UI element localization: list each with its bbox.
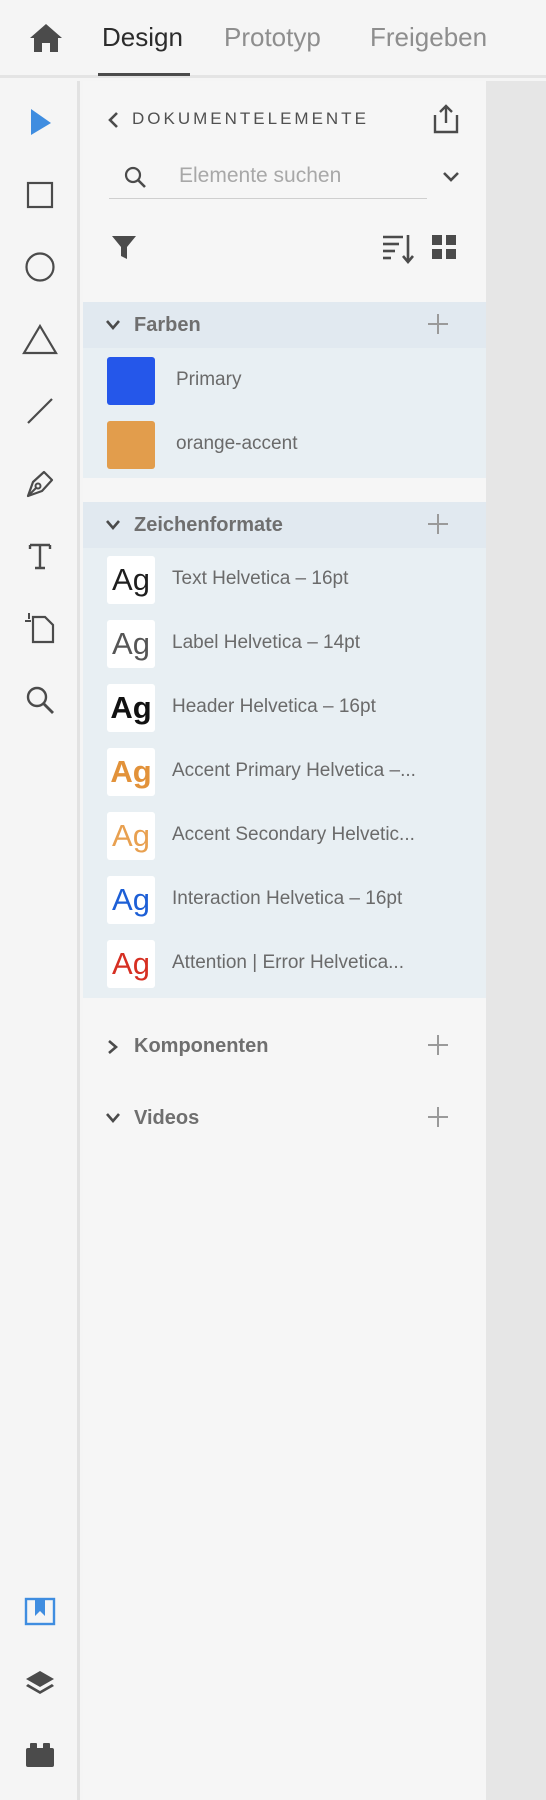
style-preview: Ag <box>107 620 155 668</box>
chevron-down-icon <box>105 1111 121 1125</box>
add-video-icon[interactable] <box>426 1105 450 1129</box>
add-color-icon[interactable] <box>426 312 450 336</box>
chevron-down-icon <box>105 318 121 332</box>
add-component-icon[interactable] <box>426 1033 450 1057</box>
style-preview: Ag <box>107 748 155 796</box>
style-label: Header Helvetica – 16pt <box>172 696 376 717</box>
section-header-colors[interactable]: Farben <box>83 302 486 348</box>
zoom-icon[interactable] <box>20 680 60 720</box>
select-arrow-icon[interactable] <box>20 102 60 142</box>
style-preview: Ag <box>107 812 155 860</box>
sort-icon[interactable] <box>381 231 415 265</box>
chevron-down-icon[interactable] <box>441 167 461 187</box>
top-bar: Design Prototyp Freigeben <box>0 0 546 78</box>
triangle-icon[interactable] <box>20 319 60 359</box>
character-style-item[interactable]: Ag Label Helvetica – 14pt <box>83 612 486 676</box>
ellipse-icon[interactable] <box>20 247 60 287</box>
text-icon[interactable] <box>20 536 60 576</box>
filter-icon[interactable] <box>110 233 138 261</box>
home-icon[interactable] <box>28 22 64 54</box>
character-style-item[interactable]: Ag Interaction Helvetica – 16pt <box>83 868 486 932</box>
layers-icon[interactable] <box>22 1665 58 1701</box>
color-swatch <box>107 357 155 405</box>
document-assets-panel: DOKUMENTELEMENTE Farben Primary <box>83 81 486 1800</box>
tool-sidebar <box>0 81 80 1800</box>
style-label: Accent Primary Helvetica –... <box>172 760 416 781</box>
style-label: Attention | Error Helvetica... <box>172 952 404 973</box>
search-input[interactable] <box>179 161 419 191</box>
line-icon[interactable] <box>20 391 60 431</box>
section-title-components: Komponenten <box>134 1035 269 1057</box>
character-style-item[interactable]: Ag Text Helvetica – 16pt <box>83 548 486 612</box>
color-swatch <box>107 421 155 469</box>
style-label: Interaction Helvetica – 16pt <box>172 888 403 909</box>
style-label: Accent Secondary Helvetic... <box>172 824 415 845</box>
panel-header: DOKUMENTELEMENTE <box>83 103 486 137</box>
plugins-icon[interactable] <box>22 1737 58 1773</box>
color-item-orange-accent[interactable]: orange-accent <box>83 413 486 477</box>
search-field <box>109 155 427 199</box>
document-assets-icon[interactable] <box>22 1593 58 1629</box>
section-header-videos[interactable]: Videos <box>83 1095 486 1141</box>
section-title-character-styles: Zeichenformate <box>134 514 283 536</box>
pen-icon[interactable] <box>20 464 60 504</box>
section-header-components[interactable]: Komponenten <box>83 1023 486 1069</box>
tab-freigeben[interactable]: Freigeben <box>370 22 487 53</box>
panel-title: DOKUMENTELEMENTE <box>132 109 369 128</box>
chevron-right-icon <box>105 1039 121 1054</box>
character-style-item[interactable]: Ag Header Helvetica – 16pt <box>83 676 486 740</box>
section-title-colors: Farben <box>134 314 201 336</box>
style-preview: Ag <box>107 684 155 732</box>
chevron-down-icon <box>105 518 121 532</box>
colors-list: Primary orange-accent <box>83 348 486 478</box>
add-character-style-icon[interactable] <box>426 512 450 536</box>
grid-view-icon[interactable] <box>430 233 458 261</box>
artboard-icon[interactable] <box>20 608 60 648</box>
character-styles-list: Ag Text Helvetica – 16pt Ag Label Helvet… <box>83 548 486 998</box>
style-preview: Ag <box>107 876 155 924</box>
tab-design[interactable]: Design <box>102 22 183 53</box>
character-style-item[interactable]: Ag Accent Primary Helvetica –... <box>83 740 486 804</box>
color-label: Primary <box>176 369 242 390</box>
section-header-character-styles[interactable]: Zeichenformate <box>83 502 486 548</box>
character-style-item[interactable]: Ag Accent Secondary Helvetic... <box>83 804 486 868</box>
style-label: Text Helvetica – 16pt <box>172 568 349 589</box>
style-preview: Ag <box>107 940 155 988</box>
search-icon <box>123 165 147 189</box>
rectangle-icon[interactable] <box>20 175 60 215</box>
color-item-primary[interactable]: Primary <box>83 349 486 413</box>
character-style-item[interactable]: Ag Attention | Error Helvetica... <box>83 932 486 996</box>
active-tab-indicator <box>98 73 190 76</box>
color-label: orange-accent <box>176 433 298 454</box>
share-export-icon[interactable] <box>429 103 463 135</box>
style-preview: Ag <box>107 556 155 604</box>
style-label: Label Helvetica – 14pt <box>172 632 361 653</box>
back-chevron-icon[interactable] <box>107 111 121 129</box>
section-title-videos: Videos <box>134 1107 200 1129</box>
canvas-area[interactable] <box>486 81 546 1800</box>
tab-prototyp[interactable]: Prototyp <box>224 22 321 53</box>
